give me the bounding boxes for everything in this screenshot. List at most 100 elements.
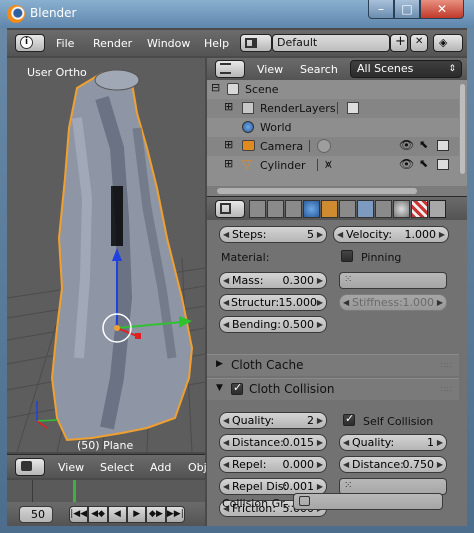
mesh-icon: ▽	[242, 157, 252, 171]
outliner-menu-search[interactable]: Search	[300, 63, 338, 76]
texture-tab-icon[interactable]	[411, 200, 428, 218]
panel-grip-icon[interactable]: ∷∷	[441, 385, 453, 394]
eye-icon[interactable]: 👁	[399, 138, 414, 152]
camera-data-icon	[317, 139, 331, 153]
outliner-hscroll[interactable]	[207, 186, 467, 196]
viewport-header: View Select Add Obj	[7, 454, 207, 478]
outliner-filter-label: All Scenes	[357, 62, 414, 75]
menu-help[interactable]: Help	[204, 37, 229, 50]
velocity-field[interactable]: ◀ Velocity: 1.000 ▶	[333, 226, 449, 243]
material-tab-icon[interactable]	[393, 200, 410, 218]
properties-editor-type-button[interactable]	[215, 200, 245, 218]
properties-panel[interactable]: ◀ Steps: 5 ▶ ◀ Velocity: 1.000 ▶ Materia…	[207, 220, 467, 526]
screen-layout-field[interactable]: Default	[272, 34, 390, 52]
collision-group-field[interactable]	[293, 493, 443, 510]
viewport-menu-object[interactable]: Obj	[188, 461, 207, 474]
bending-field[interactable]: ◀ Bending: 0.500 ▶	[219, 316, 327, 333]
material-label: Material:	[221, 251, 270, 264]
self-collision-checkbox[interactable]	[343, 412, 355, 426]
maximize-button[interactable]: □	[394, 0, 420, 19]
repel-distance-label: Repel Dis:	[232, 480, 288, 493]
delete-screen-button[interactable]: ✕	[410, 34, 428, 52]
jump-start-icon[interactable]: |◀◀	[69, 506, 89, 523]
viewport-menu-select[interactable]: Select	[100, 461, 134, 474]
collision-quality-value: 2	[307, 414, 314, 427]
outliner-row-scene[interactable]: ⊟ Scene	[207, 80, 459, 99]
repel-field[interactable]: ◀ Repel: 0.000 ▶	[219, 456, 327, 473]
eye-icon[interactable]: 👁	[399, 157, 414, 171]
menu-render[interactable]: Render	[93, 37, 132, 50]
self-distance-label: Distance:	[352, 458, 404, 471]
cloth-collision-checkbox[interactable]	[231, 381, 243, 395]
cursor-icon[interactable]: ⬉	[419, 138, 428, 151]
repel-distance-value: 0.001	[282, 480, 315, 493]
self-distance-field[interactable]: ◀ Distance: 0.750 ▶	[339, 456, 447, 473]
viewport-menu-add[interactable]: Add	[150, 461, 171, 474]
cursor-icon[interactable]: ⬉	[419, 157, 428, 170]
cloth-collision-panel-header[interactable]: ▼ Cloth Collision ∷∷	[207, 378, 459, 400]
screen-layout-button[interactable]	[240, 34, 272, 52]
info-icon: i	[20, 36, 33, 49]
expand-icon[interactable]: ⊞	[224, 100, 233, 113]
cloth-cache-panel-header[interactable]: ▶ Cloth Cache ∷∷	[207, 354, 459, 376]
jump-end-icon[interactable]: ▶▶|	[165, 506, 185, 523]
scene-tab-icon[interactable]	[285, 200, 302, 218]
object-tab-icon[interactable]	[321, 200, 338, 218]
layers-tab-icon[interactable]	[267, 200, 284, 218]
mesh-data-icon: ⩙	[325, 157, 332, 171]
collision-quality-field[interactable]: ◀ Quality: 2 ▶	[219, 412, 327, 429]
pinning-checkbox[interactable]	[341, 250, 353, 262]
constraints-tab-icon[interactable]	[339, 200, 356, 218]
render-camera-icon[interactable]	[437, 159, 449, 170]
outliner-row-camera[interactable]: ⊞ Camera 👁 ⬉	[207, 137, 459, 156]
window-title: Blender	[30, 6, 77, 20]
menu-window[interactable]: Window	[147, 37, 190, 50]
render-tab-icon[interactable]	[249, 200, 266, 218]
outliner-row-renderlayers[interactable]: ⊞ RenderLayers	[207, 99, 459, 118]
outliner-editor-type-button[interactable]	[215, 60, 245, 78]
outliner-label: Cylinder	[260, 159, 306, 172]
outliner-filter-dropdown[interactable]: All Scenes ⇕	[350, 60, 462, 78]
close-button[interactable]: ✕	[420, 0, 464, 19]
panel-grip-icon[interactable]: ∷∷	[441, 361, 453, 370]
next-keyframe-icon[interactable]: ◆▶	[146, 506, 166, 523]
mass-field[interactable]: ◀ Mass: 0.300 ▶	[219, 272, 327, 289]
outliner-row-world[interactable]: World	[207, 118, 459, 137]
scene-selector-button[interactable]: ◈	[433, 34, 463, 52]
prev-keyframe-icon[interactable]: ◀◆	[88, 506, 108, 523]
collapse-icon[interactable]: ⊟	[211, 81, 220, 94]
plus-icon: +	[395, 34, 406, 49]
properties-header	[207, 196, 467, 220]
pin-group-field[interactable]: ⁙	[339, 272, 447, 289]
viewport-menu-view[interactable]: View	[58, 461, 84, 474]
minimize-button[interactable]: –	[368, 0, 394, 19]
steps-field[interactable]: ◀ Steps: 5 ▶	[219, 226, 327, 243]
outliner[interactable]: ⊟ Scene ⊞ RenderLayers World ⊞ Camera 👁 …	[207, 80, 467, 186]
outliner-menu-view[interactable]: View	[257, 63, 283, 76]
menu-file[interactable]: File	[56, 37, 74, 50]
play-icon[interactable]: ▶	[126, 506, 147, 523]
3d-viewport[interactable]: User Ortho (50) Plane	[7, 58, 205, 452]
collision-distance-field[interactable]: ◀ Distance: 0.015 ▶	[219, 434, 327, 451]
physics-tab-icon[interactable]	[429, 200, 446, 218]
play-reverse-icon[interactable]: ◀	[107, 506, 127, 523]
current-frame-field[interactable]: 50	[19, 506, 53, 523]
chevron-updown-icon: ⇕	[448, 64, 456, 74]
render-camera-icon[interactable]	[437, 140, 449, 151]
outliner-row-cylinder[interactable]: ⊞ ▽ Cylinder ⩙ 👁 ⬉	[207, 156, 459, 175]
outliner-label: RenderLayers	[260, 102, 336, 115]
structural-field[interactable]: ◀ Structur: 15.000 ▶	[219, 294, 327, 311]
expand-icon[interactable]: ⊞	[224, 157, 233, 170]
self-quality-field[interactable]: ◀ Quality: 1 ▶	[339, 434, 447, 451]
title-bar[interactable]: Blender – □ ✕	[0, 0, 474, 28]
modifiers-tab-icon[interactable]	[357, 200, 374, 218]
outliner-hscroll-thumb[interactable]	[217, 188, 417, 194]
viewport-editor-type-button[interactable]	[15, 458, 45, 476]
world-tab-icon[interactable]	[303, 200, 320, 218]
editor-type-button[interactable]: i	[15, 34, 45, 52]
data-tab-icon[interactable]	[375, 200, 392, 218]
stiffness-field[interactable]: ◀ Stiffness: 1.000 ▶	[339, 294, 447, 311]
expand-icon[interactable]: ⊞	[224, 138, 233, 151]
add-screen-button[interactable]: +	[390, 34, 408, 52]
outliner-scrollbar[interactable]	[460, 84, 465, 174]
